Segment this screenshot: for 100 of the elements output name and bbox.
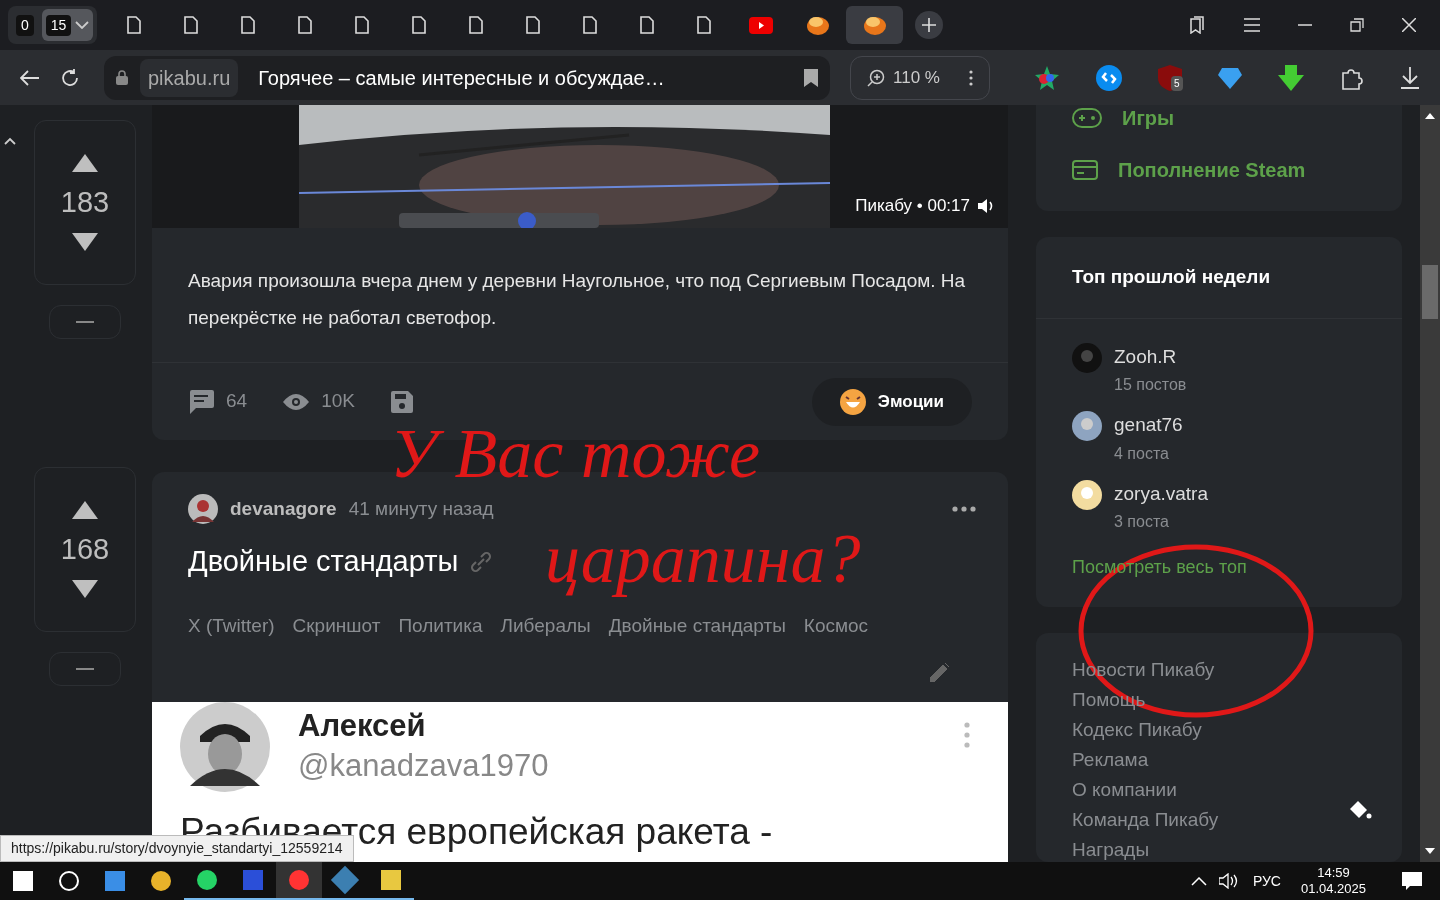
author-name[interactable]: devanagore (230, 494, 337, 524)
zoom-in-icon (867, 68, 885, 87)
post-count: 4 поста (1114, 443, 1170, 464)
diamond-icon[interactable] (1218, 65, 1242, 90)
download-arrow-icon[interactable] (1278, 64, 1304, 91)
more-icon (964, 722, 970, 748)
sidebar-link[interactable]: Пополнение Steam (1118, 155, 1306, 185)
address-bar[interactable]: pikabu.ru Горячее – самые интересные и обсуждае… (104, 55, 830, 100)
page-title: Горячее – самые интересные и обсуждае… (258, 65, 665, 91)
post-title[interactable]: Двойные стандарты (188, 540, 459, 584)
page-icon (468, 16, 483, 34)
tab-counter[interactable]: 0 (12, 9, 38, 41)
footer-link[interactable]: Кодекс Пикабу (1072, 719, 1202, 741)
tab-counter[interactable]: 15 (41, 9, 94, 41)
footer-link[interactable]: Награды (1072, 839, 1150, 861)
page-icon (297, 16, 312, 34)
notification-icon[interactable] (1402, 872, 1422, 890)
tag-link[interactable]: X (Twitter) (188, 611, 275, 640)
card-title: Топ прошлой недели (1036, 237, 1402, 319)
reload-icon[interactable] (60, 67, 80, 88)
more-icon[interactable] (969, 69, 973, 86)
comment-count: 64 (226, 389, 248, 414)
post-time: 41 минуту назад (348, 496, 494, 521)
avatar (188, 494, 218, 524)
tag-link[interactable]: Политика (398, 611, 483, 640)
restore-icon[interactable] (1350, 18, 1364, 32)
domain-text: pikabu.ru (140, 58, 239, 97)
video-icon (748, 16, 773, 34)
user-name[interactable]: zorya.vatra (1114, 479, 1208, 508)
post-text: Авария произошла вчера днем у деревни Наугольное, что под Сергиевым Посадом. На перекрёстке не работал светофор. (187, 269, 967, 330)
tag-link[interactable]: Двойные стандарты (608, 611, 786, 640)
link-icon[interactable] (470, 550, 493, 573)
footer-link[interactable]: Реклама (1072, 749, 1149, 771)
page-icon (183, 16, 198, 34)
card-icon (1072, 160, 1098, 180)
browser-tab[interactable] (846, 6, 904, 44)
post-count: 3 поста (1114, 512, 1170, 532)
handwritten-text: У Вас тоже (390, 419, 760, 489)
downvote-icon[interactable] (72, 233, 98, 251)
page-icon (126, 16, 141, 34)
pencil-icon[interactable] (930, 662, 950, 682)
close-icon[interactable] (1402, 18, 1416, 32)
downvote-icon[interactable] (72, 580, 98, 598)
tag-link[interactable]: Скриншот (292, 611, 381, 640)
upvote-icon[interactable] (72, 501, 98, 519)
avatar (1072, 479, 1102, 510)
lock-icon (116, 70, 128, 85)
save-icon[interactable] (390, 390, 413, 413)
footer-link[interactable]: О компании (1072, 779, 1177, 801)
extension-badge: 5 (1171, 75, 1183, 91)
gamepad-icon (1072, 108, 1102, 128)
minus-icon (76, 668, 94, 670)
page-icon (582, 16, 597, 34)
tag-link[interactable]: Космос (803, 611, 869, 640)
user-name[interactable]: genat76 (1114, 411, 1183, 440)
site-logo-icon (805, 14, 830, 36)
eye-icon (283, 393, 310, 410)
emotions-button[interactable]: Эмоции (811, 377, 972, 426)
back-icon[interactable] (20, 69, 40, 86)
avatar (1072, 342, 1102, 373)
zoom-control[interactable]: 110 % (850, 55, 990, 100)
chevron-up-icon[interactable] (1190, 876, 1207, 886)
zoom-level: 110 % (893, 66, 940, 89)
bookmark-icon[interactable] (804, 68, 818, 87)
page-icon (240, 16, 255, 34)
footer-link[interactable]: Команда Пикабу (1072, 809, 1219, 831)
plus-icon (922, 18, 937, 32)
tag-link[interactable]: Либералы (500, 611, 591, 640)
chevron-down-icon (75, 21, 90, 29)
sidebar-link[interactable]: Игры (1122, 105, 1174, 133)
scroll-down-icon[interactable] (1425, 848, 1435, 854)
paint-bucket-icon[interactable] (1348, 799, 1372, 821)
comment-icon[interactable] (188, 389, 214, 414)
clock[interactable]: 14:59 01.04.2025 (1292, 865, 1374, 897)
new-tab-button[interactable] (915, 11, 944, 39)
vote-count: 168 (60, 535, 110, 564)
download-icon[interactable] (1400, 66, 1420, 89)
view-count: 10K (321, 389, 355, 414)
minus-icon (76, 321, 94, 323)
user-name[interactable]: Zooh.R (1114, 342, 1187, 371)
tweet-author: Алексей (298, 707, 427, 745)
bookmarks-icon[interactable] (1188, 16, 1206, 34)
scroll-thumb[interactable] (1422, 265, 1438, 319)
smiley-icon (839, 388, 866, 415)
page-icon (354, 16, 369, 34)
upvote-icon[interactable] (72, 154, 98, 172)
taskbar-app-icon[interactable] (276, 862, 322, 900)
page-icon (639, 16, 654, 34)
page-icon (696, 16, 711, 34)
collapse-icon[interactable] (4, 137, 16, 145)
more-icon[interactable] (952, 506, 976, 512)
language-indicator[interactable]: РУС (1252, 870, 1281, 892)
avatar (1072, 411, 1102, 441)
scroll-up-icon[interactable] (1425, 113, 1435, 119)
menu-icon[interactable] (1244, 18, 1260, 32)
site-logo-icon (862, 14, 887, 36)
extension-star-icon[interactable] (1034, 64, 1060, 91)
tweet-handle: @kanadzava1970 (298, 747, 549, 785)
page-icon (411, 16, 426, 34)
scrollbar[interactable] (1420, 105, 1440, 862)
